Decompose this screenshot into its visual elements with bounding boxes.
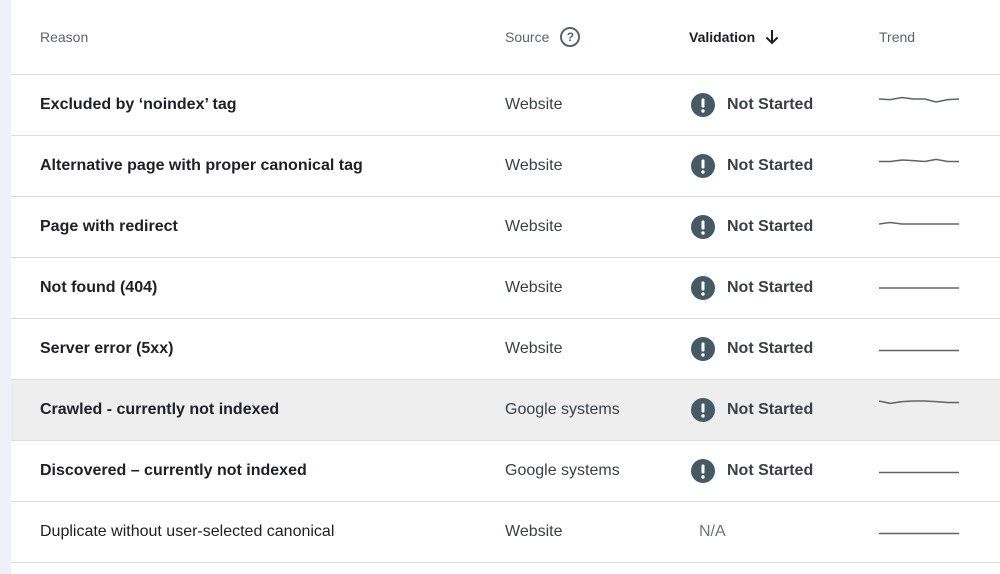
- validation-cell: Not Started: [691, 258, 813, 318]
- trend-cell: [879, 197, 959, 257]
- validation-cell: Not Started: [691, 319, 813, 379]
- reason-cell: Discovered – currently not indexed: [40, 462, 307, 479]
- source-cell: Website: [505, 218, 563, 235]
- column-header-trend-label: Trend: [879, 29, 916, 45]
- validation-cell: Not Started: [691, 136, 813, 196]
- trend-line: [879, 96, 959, 103]
- validation-cell: Not Started: [691, 197, 813, 257]
- reason-cell: Server error (5xx): [40, 340, 174, 357]
- table-row[interactable]: Discovered – currently not indexed Google…: [11, 441, 1000, 502]
- trend-cell: [879, 136, 959, 196]
- trend-sparkline: [879, 158, 959, 163]
- column-header-trend: Trend: [879, 0, 915, 74]
- exclamation-circle-icon: [691, 459, 715, 483]
- reason-cell: Duplicate without user-selected canonica…: [40, 523, 335, 540]
- reason-cell: Page with redirect: [40, 218, 178, 235]
- table-row[interactable]: Not found (404) Website Not Started: [11, 258, 1000, 319]
- exclamation-circle-icon: [691, 215, 715, 239]
- trend-sparkline: [879, 96, 959, 103]
- source-cell: Website: [505, 96, 563, 113]
- source-cell: Google systems: [505, 462, 620, 479]
- trend-sparkline: [879, 349, 959, 352]
- table-row[interactable]: Crawled - currently not indexed Google sy…: [11, 380, 1000, 441]
- validation-status: Not Started: [727, 279, 814, 296]
- source-cell: Google systems: [505, 401, 620, 418]
- column-header-source[interactable]: Source ?: [505, 0, 581, 74]
- trend-cell: [879, 319, 959, 379]
- exclamation-circle-icon: [691, 276, 715, 300]
- validation-status: N/A: [699, 523, 726, 540]
- trend-sparkline: [879, 400, 959, 405]
- column-header-reason[interactable]: Reason: [40, 0, 88, 74]
- trend-sparkline: [879, 221, 959, 225]
- validation-cell: Not Started: [691, 380, 813, 440]
- exclamation-circle-icon: [691, 154, 715, 178]
- reason-cell: Excluded by ‘noindex’ tag: [40, 96, 237, 113]
- validation-status: Not Started: [727, 157, 814, 174]
- reason-cell: Crawled - currently not indexed: [40, 401, 280, 418]
- table-header: Reason Source ? Validation Trend: [11, 0, 1000, 75]
- reason-cell: Alternative page with proper canonical t…: [40, 157, 363, 174]
- validation-cell: N/A: [691, 502, 726, 562]
- trend-cell: [879, 258, 959, 318]
- arrow-down-icon[interactable]: [765, 29, 779, 45]
- exclamation-circle-icon: [691, 398, 715, 422]
- column-header-source-label: Source: [505, 29, 550, 45]
- validation-cell: Not Started: [691, 441, 813, 501]
- validation-status: Not Started: [727, 218, 814, 235]
- validation-status: Not Started: [727, 96, 814, 113]
- trend-cell: [879, 502, 959, 562]
- source-cell: Website: [505, 279, 563, 296]
- table-row[interactable]: Alternative page with proper canonical t…: [11, 136, 1000, 197]
- source-cell: Website: [505, 523, 563, 540]
- table-row[interactable]: Page with redirect Website Not Started: [11, 197, 1000, 258]
- trend-line: [879, 221, 959, 225]
- column-header-reason-label: Reason: [40, 29, 89, 45]
- exclamation-circle-icon: [691, 93, 715, 117]
- validation-status: Not Started: [727, 401, 814, 418]
- issues-table: Reason Source ? Validation Trend Exclude…: [11, 0, 1000, 574]
- table-body: Excluded by ‘noindex’ tag Website Not Star…: [11, 75, 1000, 563]
- trend-cell: [879, 441, 959, 501]
- column-header-validation[interactable]: Validation: [689, 0, 779, 74]
- source-cell: Website: [505, 340, 563, 357]
- trend-cell: [879, 380, 959, 440]
- trend-line: [879, 400, 959, 405]
- validation-status: Not Started: [727, 340, 814, 357]
- trend-sparkline: [879, 471, 959, 474]
- trend-line: [879, 158, 959, 163]
- validation-cell: Not Started: [691, 75, 813, 135]
- table-row[interactable]: Excluded by ‘noindex’ tag Website Not Star…: [11, 75, 1000, 136]
- table-row[interactable]: Duplicate without user-selected canonica…: [11, 502, 1000, 563]
- source-cell: Website: [505, 157, 563, 174]
- question-circle-icon[interactable]: ?: [560, 27, 581, 47]
- validation-status: Not Started: [727, 462, 814, 479]
- column-header-validation-label: Validation: [689, 29, 756, 45]
- trend-sparkline: [879, 287, 959, 289]
- reason-cell: Not found (404): [40, 279, 158, 296]
- table-row[interactable]: Server error (5xx) Website Not Started: [11, 319, 1000, 380]
- trend-sparkline: [879, 532, 959, 535]
- trend-cell: [879, 75, 959, 135]
- exclamation-circle-icon: [691, 337, 715, 361]
